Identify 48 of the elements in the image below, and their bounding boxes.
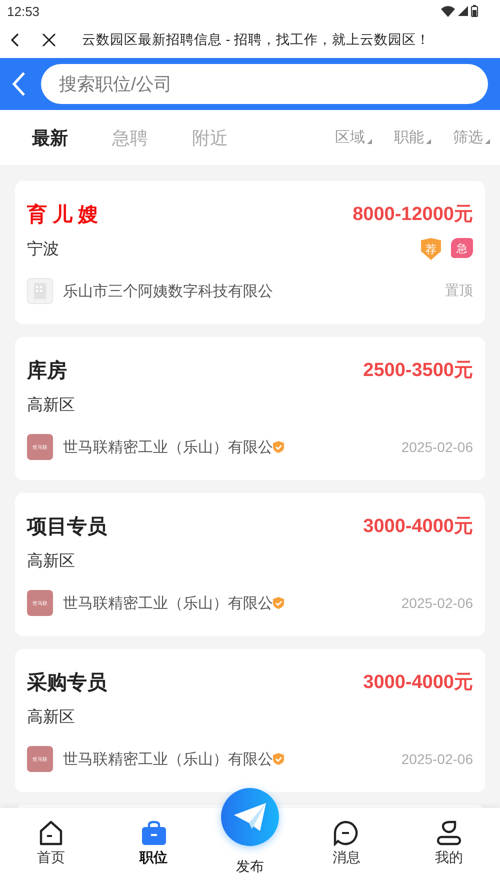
verified-icon — [273, 597, 284, 609]
salary: 3000-4000元 — [363, 671, 473, 695]
salary: 3000-4000元 — [363, 515, 473, 539]
chat-icon — [333, 820, 360, 846]
post-date: 2025-02-06 — [401, 751, 473, 767]
recommend-badge: 荐 — [421, 238, 441, 260]
publish-button[interactable] — [221, 788, 279, 846]
home-icon — [38, 820, 64, 846]
close-icon[interactable] — [42, 33, 56, 47]
user-icon — [436, 820, 462, 846]
job-location: 宁波 — [27, 240, 59, 260]
salary: 8000-12000元 — [352, 203, 473, 227]
company-name[interactable]: 世马联精密工业（乐山）有限公 — [63, 750, 273, 768]
job-title[interactable]: 采购专员 — [27, 668, 107, 696]
job-location: 高新区 — [27, 552, 75, 572]
verified-icon — [273, 753, 284, 765]
signal-icon — [458, 6, 468, 16]
caret-icon — [367, 139, 372, 144]
tab[interactable]: 最新 — [10, 126, 90, 150]
briefcase-icon — [140, 820, 167, 846]
caret-icon — [426, 139, 431, 144]
pinned-label: 置顶 — [445, 282, 473, 300]
nav-tab[interactable]: 我的 — [398, 808, 500, 888]
company-name[interactable]: 乐山市三个阿姨数字科技有限公 — [63, 282, 273, 300]
company-name[interactable]: 世马联精密工业（乐山）有限公 — [63, 594, 273, 612]
job-title[interactable]: 育 儿 嫂 — [27, 200, 98, 228]
nav-tab[interactable]: 首页 — [0, 808, 102, 888]
company-logo — [27, 278, 53, 304]
nav-label[interactable]: 发布 — [236, 858, 264, 876]
paper-plane-icon — [234, 803, 266, 831]
status-time: 12:53 — [7, 4, 40, 18]
caret-icon — [485, 139, 490, 144]
post-date: 2025-02-06 — [401, 439, 473, 455]
battery-icon — [471, 5, 478, 17]
wifi-icon — [441, 6, 455, 16]
nav-tab[interactable]: 职位 — [102, 808, 205, 888]
company-name[interactable]: 世马联精密工业（乐山）有限公 — [63, 438, 273, 456]
salary: 2500-3500元 — [363, 359, 473, 383]
job-location: 高新区 — [27, 708, 75, 728]
job-location: 高新区 — [27, 396, 75, 416]
job-title[interactable]: 项目专员 — [27, 512, 107, 540]
nav-tab[interactable]: 消息 — [295, 808, 398, 888]
search-field[interactable]: 搜索职位/公司 — [41, 64, 488, 104]
urgent-badge: 急 — [451, 238, 473, 258]
job-title[interactable]: 库房 — [27, 356, 67, 384]
page-title: 云数园区最新招聘信息 - 招聘，找工作，就上云数园区！ — [82, 31, 430, 49]
post-date: 2025-02-06 — [401, 595, 473, 611]
verified-icon — [273, 441, 284, 453]
